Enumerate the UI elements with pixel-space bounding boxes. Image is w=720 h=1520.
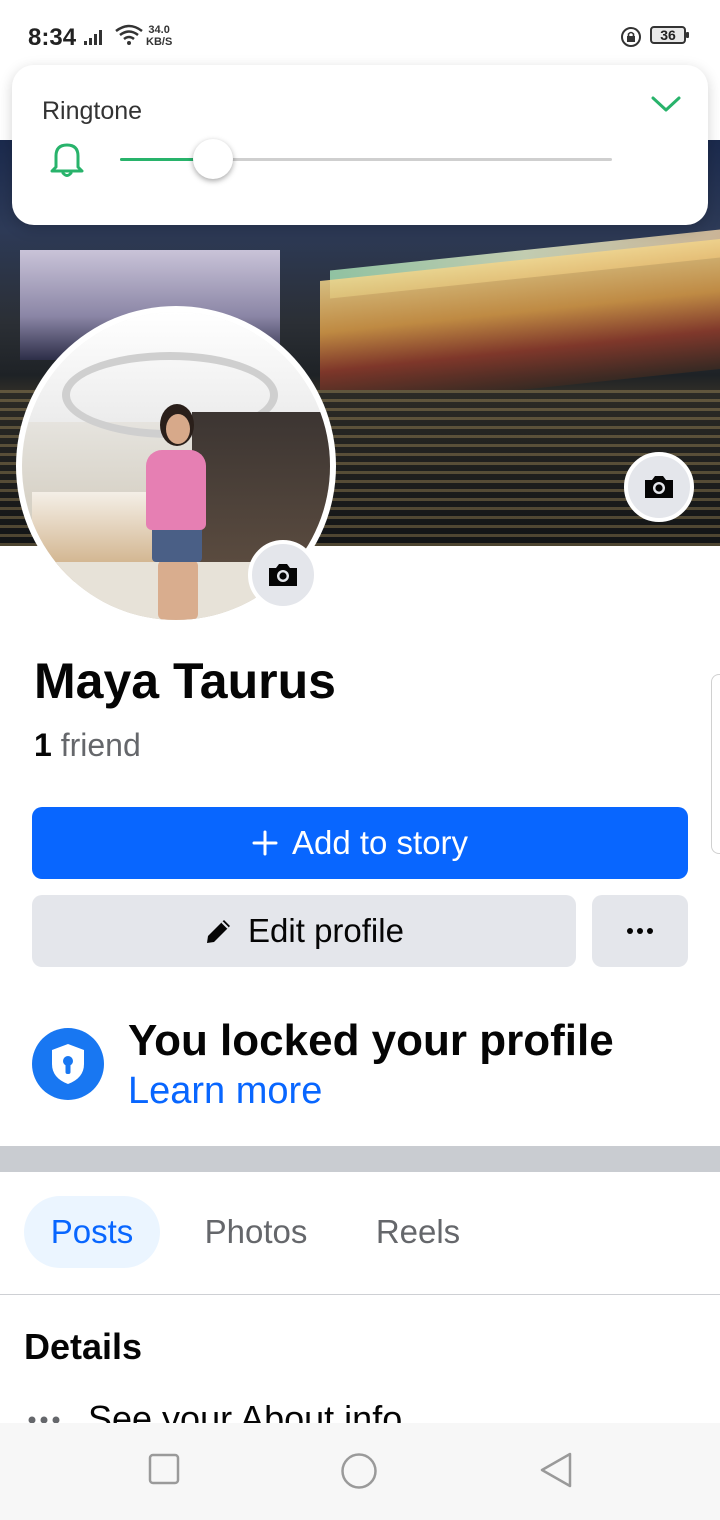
profile-picture-camera-button[interactable] xyxy=(248,540,318,610)
tab-photos[interactable]: Photos xyxy=(190,1196,322,1268)
network-speed: 34.0 KB/S xyxy=(146,24,173,48)
system-navigation-bar xyxy=(0,1423,720,1520)
add-to-story-button[interactable]: Add to story xyxy=(32,807,688,879)
edit-profile-button[interactable]: Edit profile xyxy=(32,895,576,967)
recents-square-icon[interactable] xyxy=(148,1453,180,1485)
status-time: 8:34 xyxy=(28,24,77,51)
profile-locked-title: You locked your profile xyxy=(128,1016,614,1065)
tab-posts[interactable]: Posts xyxy=(24,1196,160,1268)
ringtone-label: Ringtone xyxy=(42,97,143,125)
ringtone-volume-slider[interactable] xyxy=(120,139,612,179)
tab-reels[interactable]: Reels xyxy=(360,1196,476,1268)
wifi-icon xyxy=(115,24,143,45)
slider-thumb[interactable] xyxy=(193,139,234,179)
plus-icon xyxy=(252,830,278,856)
battery-indicator: 36 xyxy=(650,26,689,44)
friend-count[interactable]: 1 friend xyxy=(34,727,141,764)
rotation-lock-icon xyxy=(621,27,641,47)
chevron-down-icon[interactable] xyxy=(650,93,682,115)
camera-icon xyxy=(645,476,673,498)
status-bar: 8:34 34.0 KB/S 36 xyxy=(0,0,720,72)
home-circle-icon[interactable] xyxy=(340,1452,378,1490)
more-options-button[interactable] xyxy=(592,895,688,967)
back-triangle-icon[interactable] xyxy=(538,1451,574,1489)
learn-more-link[interactable]: Learn more xyxy=(128,1070,322,1113)
edit-profile-label: Edit profile xyxy=(248,912,404,949)
section-divider xyxy=(0,1146,720,1172)
signal-icon xyxy=(84,30,102,45)
pencil-icon xyxy=(207,920,231,943)
bell-icon[interactable] xyxy=(48,139,86,179)
more-dots-icon xyxy=(627,928,653,934)
cover-camera-button[interactable] xyxy=(624,452,694,522)
camera-icon xyxy=(269,564,297,586)
profile-lock-badge xyxy=(32,1028,104,1100)
add-to-story-label: Add to story xyxy=(291,824,469,861)
profile-tabs: Posts Photos Reels xyxy=(0,1172,720,1295)
details-heading: Details xyxy=(24,1326,143,1367)
ringtone-volume-panel: Ringtone xyxy=(12,65,708,225)
scroll-indicator[interactable] xyxy=(711,674,720,854)
friend-count-number: 1 xyxy=(34,727,52,763)
shield-lock-icon xyxy=(52,1044,84,1084)
friend-count-label: friend xyxy=(60,727,141,763)
profile-name: Maya Taurus xyxy=(34,653,336,709)
